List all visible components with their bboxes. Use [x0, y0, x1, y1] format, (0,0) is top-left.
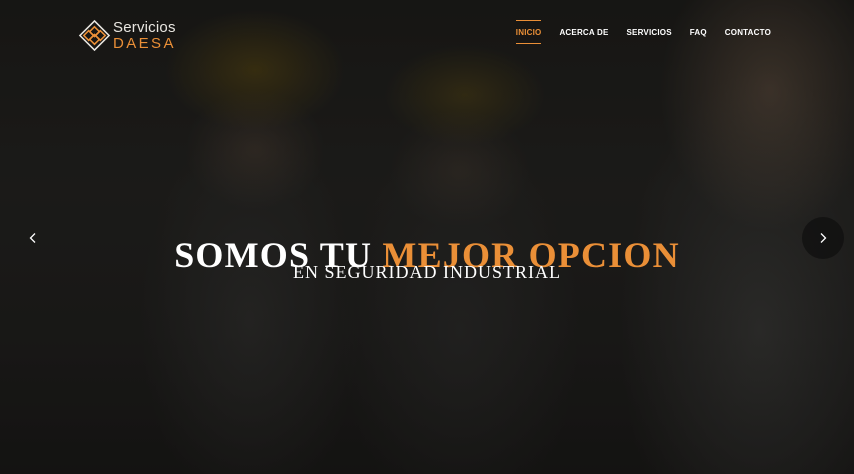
slider-next-button[interactable] [802, 217, 844, 259]
page: Servicios DAESA INICIO ACERCA DE SERVICI… [0, 0, 854, 474]
logo-text-bottom: DAESA [113, 35, 176, 52]
nav-item-inicio[interactable]: INICIO [515, 20, 542, 44]
hero-subheadline: EN SEGURIDAD INDUSTRIAL [293, 262, 561, 282]
diamond-logo-icon [78, 19, 111, 52]
logo-text-top: Servicios [113, 19, 176, 36]
site-logo[interactable]: Servicios DAESA [78, 19, 176, 52]
nav-item-contacto[interactable]: CONTACTO [725, 20, 771, 37]
main-nav: INICIO ACERCA DE SERVICIOS FAQ CONTACTO [498, 20, 771, 44]
nav-item-acerca-de[interactable]: ACERCA DE [559, 20, 608, 37]
site-header: Servicios DAESA INICIO ACERCA DE SERVICI… [0, 0, 854, 70]
chevron-right-icon [820, 233, 827, 243]
nav-item-servicios[interactable]: SERVICIOS [627, 20, 672, 37]
nav-item-faq[interactable]: FAQ [690, 20, 707, 37]
logo-wordmark: Servicios DAESA [113, 20, 176, 51]
